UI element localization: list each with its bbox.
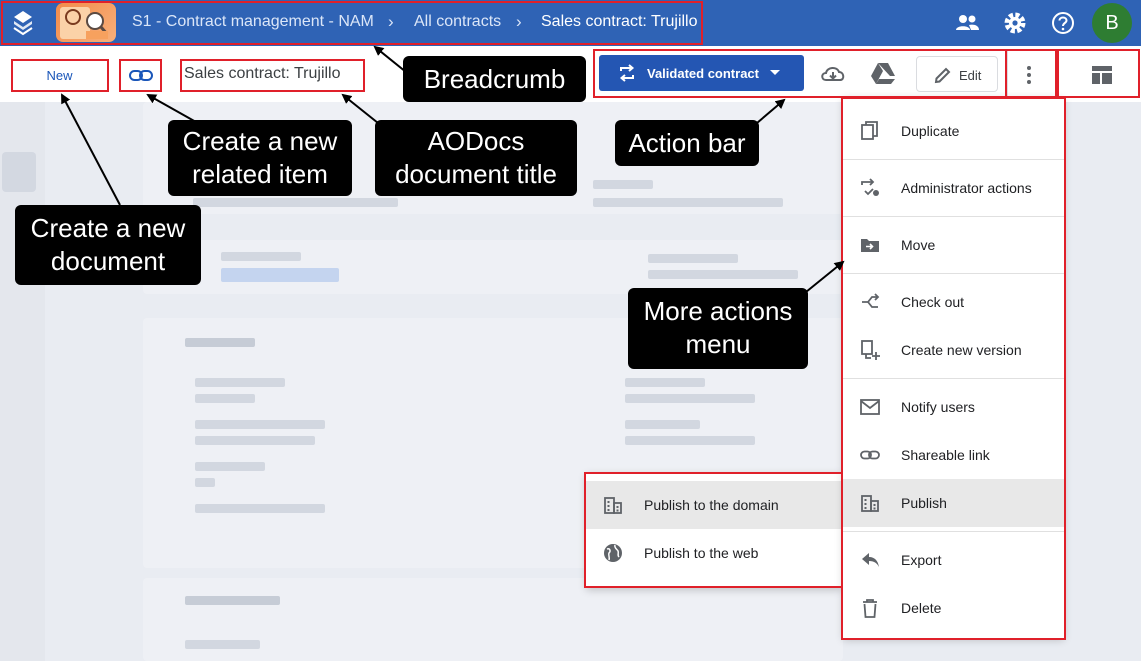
placeholder-text xyxy=(195,436,315,445)
related-items-card xyxy=(143,578,843,661)
title-highlight xyxy=(180,59,365,92)
placeholder-text xyxy=(195,394,255,403)
workflow-card xyxy=(143,240,843,294)
placeholder-text xyxy=(193,198,398,207)
more-menu-highlight xyxy=(841,97,1066,640)
callout-create-related: Create a new related item xyxy=(168,120,352,196)
placeholder-text xyxy=(221,268,339,282)
placeholder-text xyxy=(593,180,653,189)
placeholder-text xyxy=(648,270,798,279)
help-icon[interactable] xyxy=(1050,10,1076,36)
placeholder-text xyxy=(195,420,325,429)
placeholder-text xyxy=(195,478,215,487)
callout-document-title: AODocs document title xyxy=(375,120,577,196)
callout-action-bar: Action bar xyxy=(615,120,759,166)
layout-button-highlight xyxy=(1057,49,1140,98)
callout-more-actions: More actions menu xyxy=(628,288,808,369)
placeholder-text xyxy=(195,504,325,513)
placeholder-text xyxy=(185,596,280,605)
placeholder-text xyxy=(593,198,783,207)
placeholder-text xyxy=(185,338,255,347)
placeholder-text xyxy=(625,378,705,387)
more-button-highlight xyxy=(1005,49,1057,98)
placeholder-text xyxy=(648,254,738,263)
new-button-highlight xyxy=(11,59,109,92)
placeholder-text xyxy=(625,394,755,403)
left-navigation xyxy=(0,102,45,661)
people-icon[interactable] xyxy=(954,10,980,36)
placeholder-text xyxy=(625,436,755,445)
user-avatar[interactable]: B xyxy=(1092,3,1132,43)
placeholder-text xyxy=(185,640,260,649)
publish-submenu-highlight xyxy=(584,472,843,588)
link-button-highlight xyxy=(119,59,162,92)
gear-icon[interactable] xyxy=(1002,10,1028,36)
placeholder-text xyxy=(195,462,265,471)
callout-breadcrumb: Breadcrumb xyxy=(403,56,586,102)
callout-create-new-document: Create a new document xyxy=(15,205,201,285)
nav-item xyxy=(2,152,36,192)
action-bar-highlight xyxy=(593,49,1007,98)
placeholder-text xyxy=(625,420,700,429)
breadcrumb-highlight xyxy=(1,1,703,45)
placeholder-text xyxy=(221,252,301,261)
placeholder-text xyxy=(195,378,285,387)
